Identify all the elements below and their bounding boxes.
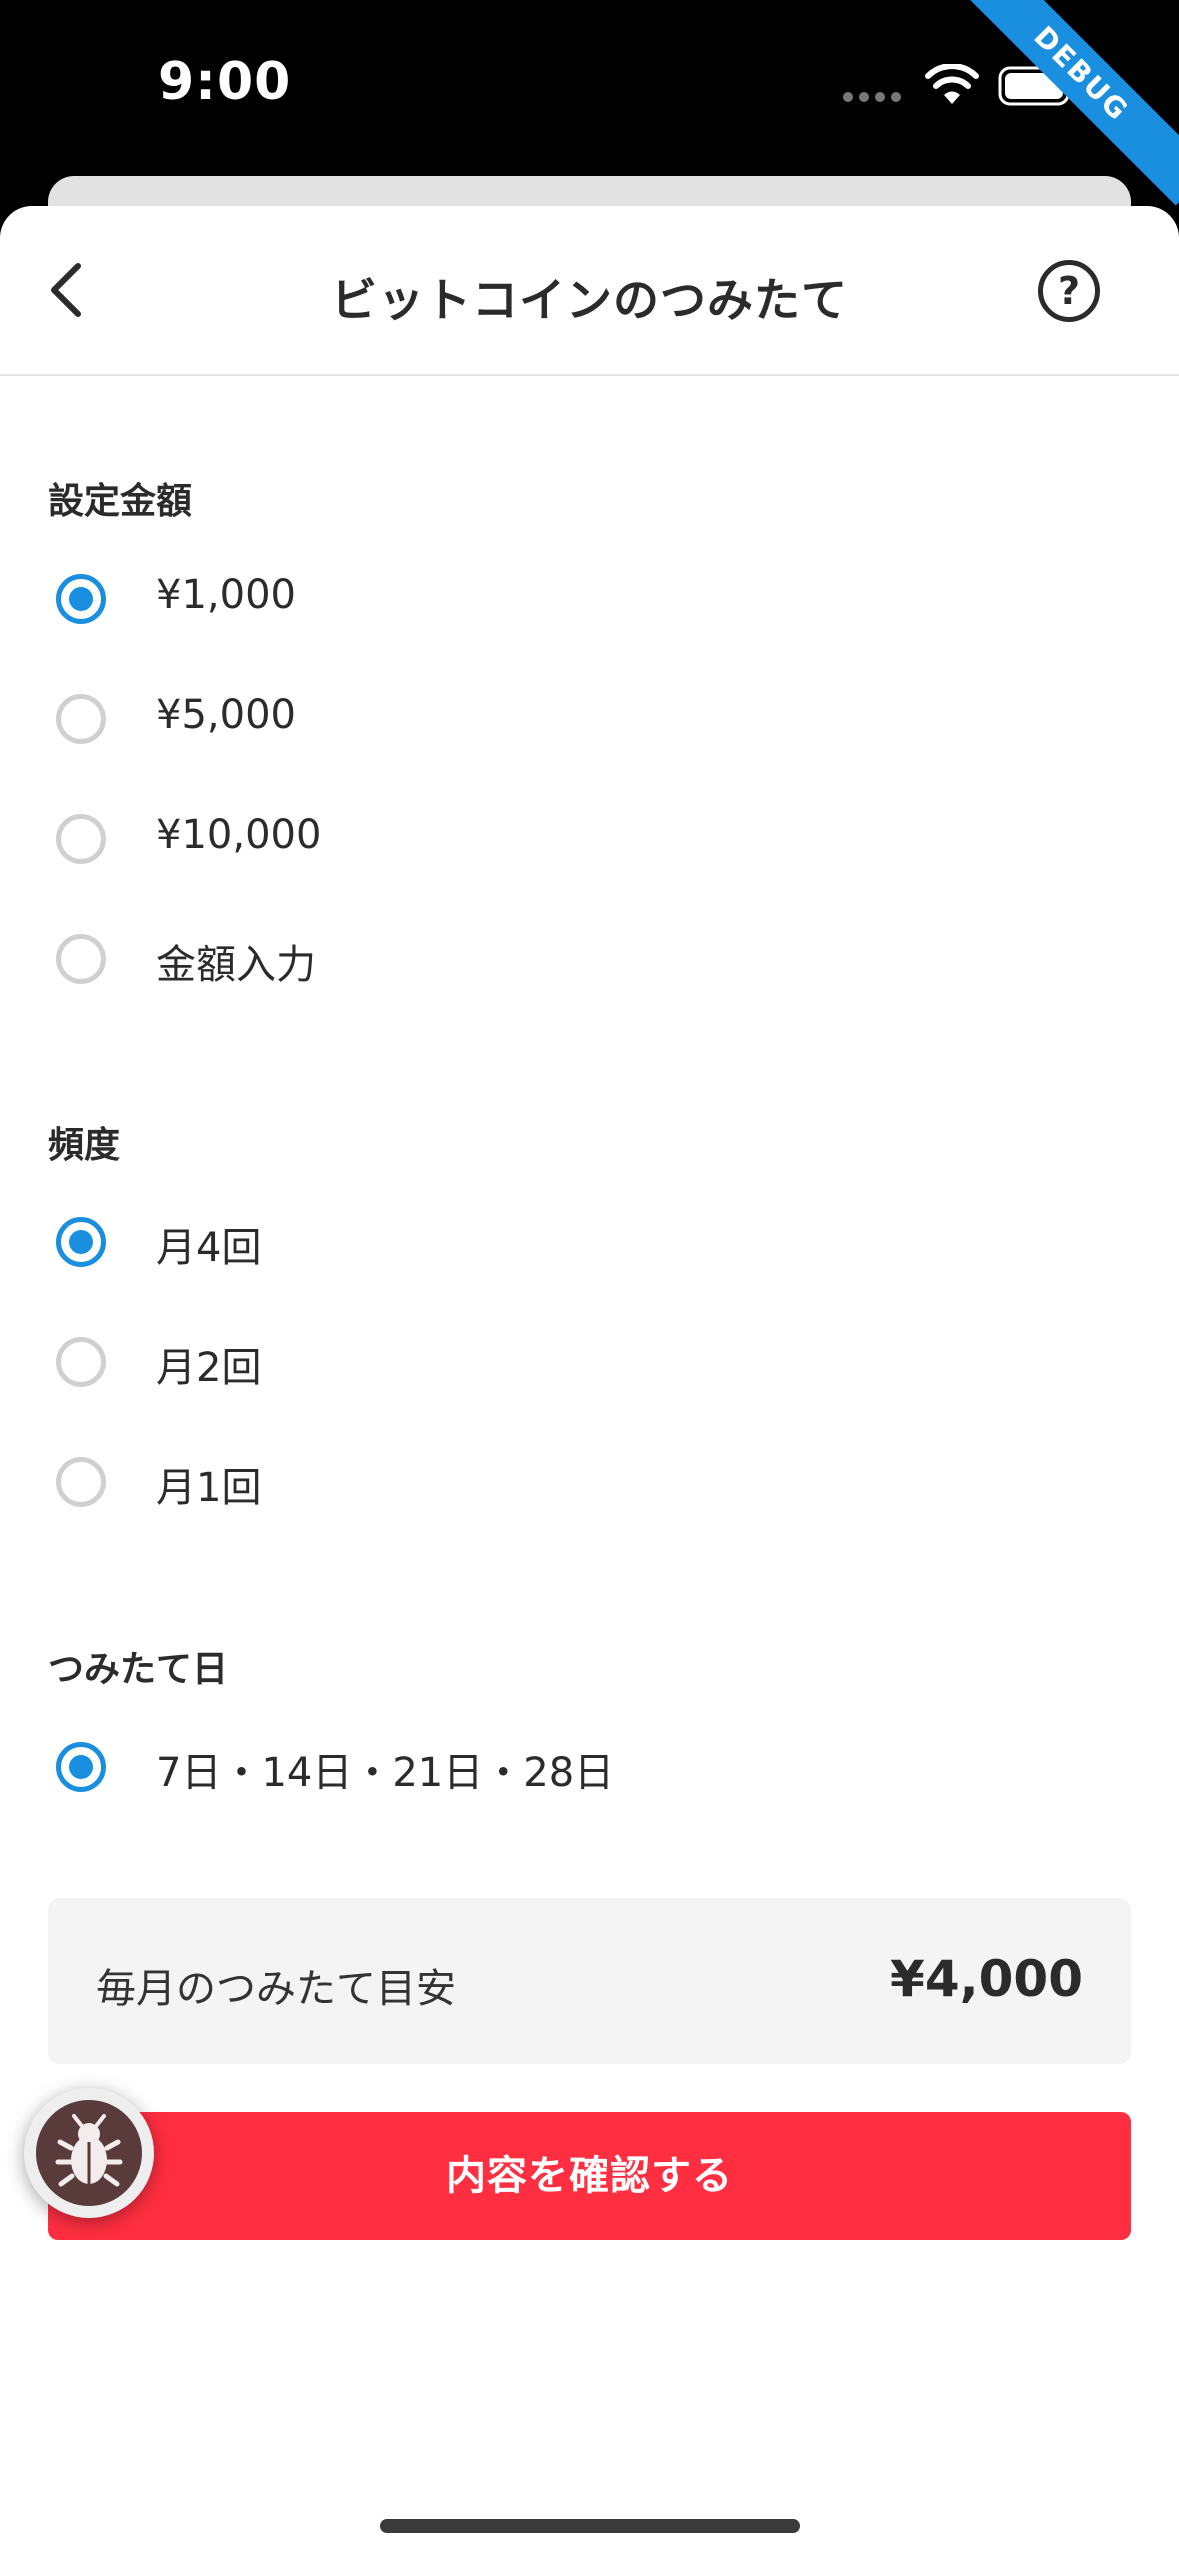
radio-unselected-icon[interactable]: [56, 814, 106, 864]
wifi-icon: [925, 64, 979, 104]
bottom-sheet: ビットコインのつみたて ? 設定金額 ¥1,000 ¥5,000 ¥10,000…: [0, 206, 1179, 2556]
estimate-value: ¥4,000: [890, 1950, 1083, 2008]
bug-icon-background: [36, 2100, 142, 2206]
option-label: 月1回: [156, 1465, 262, 1511]
option-label: ¥5,000: [156, 692, 296, 738]
amount-option-10000[interactable]: ¥10,000: [56, 808, 756, 868]
amount-section-label: 設定金額: [48, 481, 193, 522]
radio-selected-icon[interactable]: [56, 1742, 106, 1792]
radio-unselected-icon[interactable]: [56, 1337, 106, 1387]
option-label: ¥1,000: [156, 572, 296, 618]
amount-option-custom[interactable]: 金額入力: [56, 928, 756, 988]
bug-icon: [55, 2114, 123, 2187]
option-label: 7日・14日・21日・28日: [156, 1750, 615, 1796]
status-time: 9:00: [158, 52, 292, 112]
monthly-estimate-box: 毎月のつみたて目安 ¥4,000: [48, 1898, 1131, 2064]
radio-unselected-icon[interactable]: [56, 934, 106, 984]
header: ビットコインのつみたて ?: [0, 206, 1179, 376]
frequency-option-4[interactable]: 月4回: [56, 1211, 756, 1271]
estimate-label: 毎月のつみたて目安: [96, 1966, 456, 2012]
screen: 9:00 DEBUG ビットコインのつみたて ? 設定金額 ¥1,000 ¥5,…: [0, 0, 1179, 2556]
option-label: 月4回: [156, 1225, 262, 1271]
radio-selected-icon[interactable]: [56, 574, 106, 624]
cellular-signal-icon: [843, 92, 903, 102]
amount-option-1000[interactable]: ¥1,000: [56, 568, 756, 628]
option-label: 月2回: [156, 1345, 262, 1391]
radio-selected-icon[interactable]: [56, 1217, 106, 1267]
accumulation-day-section-label: つみたて日: [48, 1649, 229, 1690]
debug-bug-button[interactable]: [24, 2088, 154, 2218]
option-label: 金額入力: [156, 942, 316, 988]
page-title: ビットコインのつみたて: [331, 273, 848, 327]
help-icon[interactable]: ?: [1038, 260, 1100, 322]
radio-unselected-icon[interactable]: [56, 1457, 106, 1507]
option-label: ¥10,000: [156, 812, 322, 858]
home-indicator[interactable]: [380, 2519, 800, 2533]
accumulation-day-option[interactable]: 7日・14日・21日・28日: [56, 1736, 756, 1796]
confirm-button[interactable]: 内容を確認する: [48, 2112, 1131, 2240]
frequency-section-label: 頻度: [48, 1125, 121, 1166]
frequency-option-1[interactable]: 月1回: [56, 1451, 756, 1511]
amount-option-5000[interactable]: ¥5,000: [56, 688, 756, 748]
radio-unselected-icon[interactable]: [56, 694, 106, 744]
frequency-option-2[interactable]: 月2回: [56, 1331, 756, 1391]
